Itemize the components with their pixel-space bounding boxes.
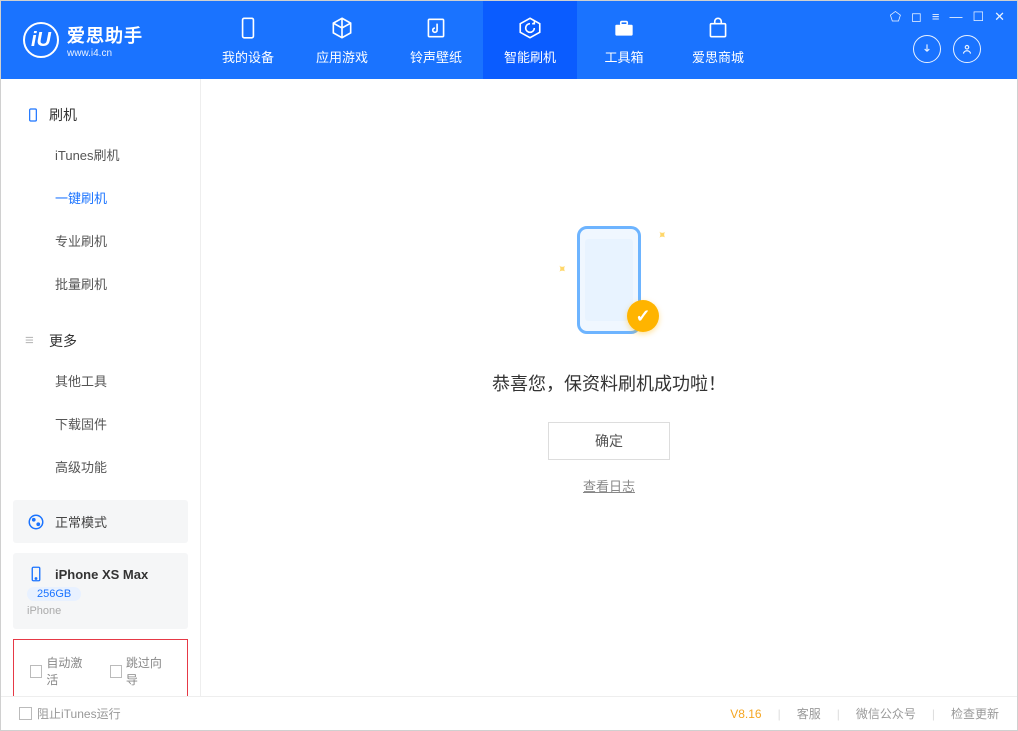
sidebar-item-download-firmware[interactable]: 下载固件 (1, 402, 200, 445)
download-button[interactable] (913, 35, 941, 63)
music-icon (423, 15, 449, 41)
window-controls: ⬠ ◻ ≡ — ☐ ✕ (890, 1, 1005, 25)
sidebar-items-more: 其他工具 下载固件 高级功能 (1, 359, 200, 488)
list-icon: ≡ (25, 333, 41, 349)
device-mode-box[interactable]: 正常模式 (13, 500, 188, 543)
divider: | (837, 707, 840, 721)
logo-icon: iU (23, 22, 59, 58)
body: 刷机 iTunes刷机 一键刷机 专业刷机 批量刷机 ≡ 更多 其他工具 下载固… (1, 79, 1017, 696)
nav-toolbox[interactable]: 工具箱 (577, 1, 671, 79)
mode-icon (27, 513, 45, 531)
checkbox-block-itunes[interactable]: 阻止iTunes运行 (19, 705, 121, 722)
toolbox-icon (611, 15, 637, 41)
refresh-icon (517, 15, 543, 41)
version-label: V8.16 (730, 707, 761, 721)
device-type: iPhone (27, 605, 174, 617)
nav-apps-games[interactable]: 应用游戏 (295, 1, 389, 79)
check-icon: ✓ (627, 300, 659, 332)
user-controls (913, 35, 981, 79)
feedback-icon[interactable]: ◻ (911, 9, 922, 25)
storage-badge: 256GB (27, 587, 81, 601)
header: iU 爱思助手 www.i4.cn 我的设备 应用游戏 铃声壁纸 智能刷机 工具… (1, 1, 1017, 79)
divider: | (932, 707, 935, 721)
header-right: ⬠ ◻ ≡ — ☐ ✕ (890, 1, 1017, 79)
sidebar-item-advanced[interactable]: 高级功能 (1, 445, 200, 488)
checkbox-skip-wizard[interactable]: 跳过向导 (110, 654, 172, 688)
sidebar-items-flash: iTunes刷机 一键刷机 专业刷机 批量刷机 (1, 133, 200, 305)
checkbox-icon (110, 665, 122, 678)
checkbox-label: 阻止iTunes运行 (37, 705, 121, 722)
device-icon (27, 565, 45, 583)
statusbar-right: V8.16 | 客服 | 微信公众号 | 检查更新 (730, 705, 999, 722)
heading-label: 更多 (49, 331, 77, 351)
sparkle-icon: ✦ (554, 260, 571, 277)
check-update-link[interactable]: 检查更新 (951, 705, 999, 722)
nav-label: 我的设备 (222, 47, 274, 66)
device-area: 正常模式 iPhone XS Max 256GB iPhone 自动激活 跳过向… (1, 488, 200, 696)
app-title: 爱思助手 (67, 22, 143, 48)
bottom-options: 自动激活 跳过向导 (13, 639, 188, 696)
sidebar-item-other-tools[interactable]: 其他工具 (1, 359, 200, 402)
logo-text: 爱思助手 www.i4.cn (67, 22, 143, 59)
nav-label: 智能刷机 (504, 47, 556, 66)
device-name: iPhone XS Max (55, 567, 148, 582)
phone-icon (25, 107, 41, 123)
sidebar-heading-more: ≡ 更多 (1, 323, 200, 359)
nav-smart-flash[interactable]: 智能刷机 (483, 1, 577, 79)
checkbox-auto-activate[interactable]: 自动激活 (30, 654, 92, 688)
device-icon (235, 15, 261, 41)
menu-icon[interactable]: ≡ (932, 9, 940, 25)
main-nav: 我的设备 应用游戏 铃声壁纸 智能刷机 工具箱 爱思商城 (201, 1, 765, 79)
store-icon (705, 15, 731, 41)
success-illustration: ✦ ✦ ✓ (549, 220, 669, 350)
checkbox-icon (19, 707, 32, 720)
minimize-button[interactable]: — (949, 9, 962, 25)
sparkle-icon: ✦ (653, 226, 670, 243)
support-link[interactable]: 客服 (797, 705, 821, 722)
sidebar-item-itunes-flash[interactable]: iTunes刷机 (1, 133, 200, 176)
sidebar-item-oneclick-flash[interactable]: 一键刷机 (1, 176, 200, 219)
divider: | (778, 707, 781, 721)
mode-label: 正常模式 (55, 512, 107, 531)
nav-label: 工具箱 (604, 47, 643, 66)
view-log-link[interactable]: 查看日志 (583, 476, 635, 495)
nav-label: 铃声壁纸 (410, 47, 462, 66)
sidebar-section-flash: 刷机 iTunes刷机 一键刷机 专业刷机 批量刷机 (1, 79, 200, 305)
wechat-link[interactable]: 微信公众号 (856, 705, 916, 722)
device-info-box[interactable]: iPhone XS Max 256GB iPhone (13, 553, 188, 629)
checkbox-icon (30, 665, 42, 678)
checkbox-label: 跳过向导 (126, 654, 171, 688)
heading-label: 刷机 (49, 105, 77, 125)
checkbox-label: 自动激活 (46, 654, 91, 688)
maximize-button[interactable]: ☐ (972, 9, 984, 25)
sidebar-heading-flash: 刷机 (1, 97, 200, 133)
main-content: ✦ ✦ ✓ 恭喜您，保资料刷机成功啦！ 确定 查看日志 (201, 79, 1017, 696)
nav-label: 应用游戏 (316, 47, 368, 66)
nav-my-device[interactable]: 我的设备 (201, 1, 295, 79)
nav-store[interactable]: 爱思商城 (671, 1, 765, 79)
sidebar-section-more: ≡ 更多 其他工具 下载固件 高级功能 (1, 305, 200, 488)
shirt-icon[interactable]: ⬠ (890, 9, 901, 25)
logo-area: iU 爱思助手 www.i4.cn (1, 22, 201, 59)
sidebar: 刷机 iTunes刷机 一键刷机 专业刷机 批量刷机 ≡ 更多 其他工具 下载固… (1, 79, 201, 696)
app-subtitle: www.i4.cn (67, 48, 143, 59)
nav-ringtones[interactable]: 铃声壁纸 (389, 1, 483, 79)
sidebar-item-pro-flash[interactable]: 专业刷机 (1, 219, 200, 262)
statusbar: 阻止iTunes运行 V8.16 | 客服 | 微信公众号 | 检查更新 (1, 696, 1017, 730)
ok-button[interactable]: 确定 (548, 422, 670, 460)
sidebar-item-batch-flash[interactable]: 批量刷机 (1, 262, 200, 305)
user-button[interactable] (953, 35, 981, 63)
close-button[interactable]: ✕ (994, 9, 1005, 25)
success-message: 恭喜您，保资料刷机成功啦！ (492, 370, 726, 396)
nav-label: 爱思商城 (692, 47, 744, 66)
cube-icon (329, 15, 355, 41)
